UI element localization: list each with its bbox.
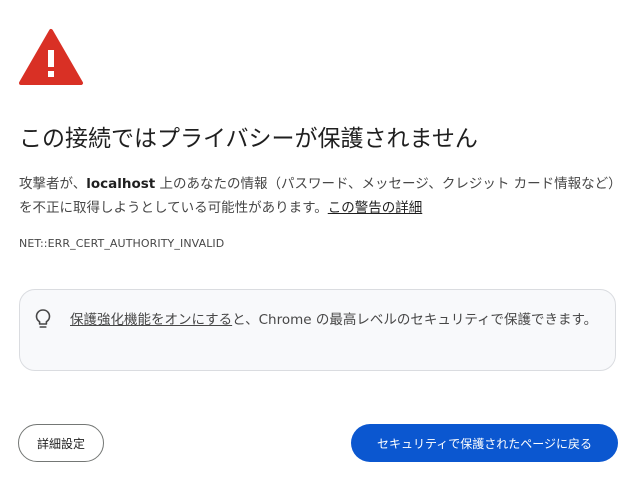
page-title: この接続ではプライバシーが保護されません [19,126,478,152]
warning-message: 攻撃者が、localhost 上のあなたの情報（パスワード、メッセージ、クレジッ… [19,172,619,220]
warning-triangle-icon [19,29,83,85]
advanced-button[interactable]: 詳細設定 [18,424,104,462]
enhanced-protection-text: 保護強化機能をオンにすると、Chrome の最高レベルのセキュリティで保護できま… [70,308,605,332]
lightbulb-icon [35,309,51,328]
message-prefix: 攻撃者が、 [19,176,87,192]
host-name: localhost [86,176,156,192]
enhanced-protection-card: 保護強化機能をオンにすると、Chrome の最高レベルのセキュリティで保護できま… [19,289,616,371]
learn-more-link[interactable]: この警告の詳細 [328,200,423,216]
error-code: NET::ERR_CERT_AUTHORITY_INVALID [19,237,225,250]
enhanced-protection-description: と、Chrome の最高レベルのセキュリティで保護できます。 [232,312,598,328]
back-to-safety-button[interactable]: セキュリティで保護されたページに戻る [351,424,618,462]
enhanced-protection-link[interactable]: 保護強化機能をオンにする [70,312,232,328]
interstitial-page: この接続ではプライバシーが保護されません 攻撃者が、localhost 上のあな… [0,0,635,495]
